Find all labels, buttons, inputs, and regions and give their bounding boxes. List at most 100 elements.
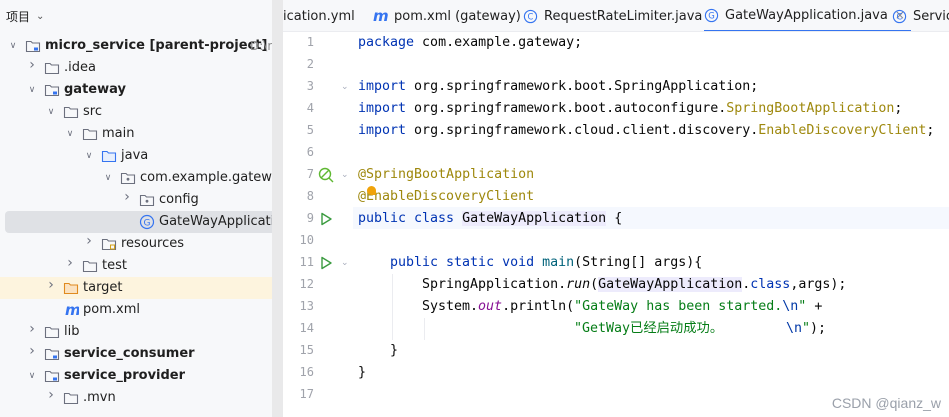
code-line: } [390, 343, 399, 358]
line-number: 17 [299, 387, 314, 401]
line-number: 16 [299, 365, 314, 379]
fold-icon[interactable]: ⌄ [341, 170, 349, 180]
tree-item-label: test [102, 258, 127, 273]
code-text: ,args); [790, 277, 847, 292]
intention-bulb-icon[interactable] [367, 186, 376, 195]
chevron-right-icon[interactable]: › [46, 388, 56, 402]
chevron-right-icon[interactable]: › [27, 322, 37, 336]
tab-application-yml[interactable]: ication.yml [283, 0, 355, 31]
tab-gatewayapplication[interactable]: G GateWayApplication.java × [704, 0, 911, 31]
tree-item[interactable]: › .mvn [0, 387, 283, 409]
fold-icon[interactable]: ⌄ [341, 258, 349, 268]
maven-icon: m [373, 6, 389, 25]
tab-service[interactable]: C Servic [892, 0, 949, 31]
tree-item[interactable]: ∨ service_provider [0, 365, 283, 387]
code-text: ); [810, 321, 827, 336]
tree-item-label: GateWayApplication [159, 214, 283, 229]
tab-label: Servic [913, 8, 949, 24]
tab-pom-xml[interactable]: m pom.xml (gateway) [373, 0, 521, 31]
chevron-down-icon[interactable]: ∨ [84, 150, 94, 162]
tree-item-label: config [159, 192, 199, 207]
editor-gutter: 1 2 3 4 5 6 7 8 9 10 11 12 13 14 15 16 1… [283, 32, 353, 417]
keyword: import [358, 101, 407, 116]
tree-item[interactable]: ∨ com.example.gateway [0, 167, 283, 189]
tree-item[interactable]: ∨ gateway [0, 79, 283, 101]
line-number: 4 [306, 101, 314, 115]
code-line: System.out.println("GateWay has been sta… [422, 296, 822, 318]
chevron-down-icon[interactable]: ∨ [103, 172, 113, 184]
chevron-down-icon[interactable]: ∨ [65, 128, 75, 140]
tree-item[interactable]: › lib [0, 321, 283, 343]
tree-item[interactable]: m pom.xml [0, 299, 283, 321]
chevron-right-icon[interactable]: › [46, 278, 56, 292]
code-line: "GetWay已经启动成功。 [574, 318, 723, 340]
tree-item[interactable]: G GateWayApplication [5, 211, 283, 233]
escape-sequence: \n [782, 299, 799, 314]
line-number: 1 [306, 35, 314, 49]
folder-icon [44, 324, 60, 340]
chevron-down-icon[interactable]: ∨ [46, 106, 56, 118]
code-line: import org.springframework.boot.SpringAp… [358, 76, 758, 98]
code-line: public class GateWayApplication { [358, 208, 622, 230]
svg-text:m: m [65, 302, 79, 318]
tree-item-label: java [121, 148, 149, 163]
module-folder-icon [44, 368, 60, 384]
tree-item[interactable]: › target [0, 277, 283, 299]
tree-item-label: micro_service [parent-project] [45, 38, 268, 53]
fold-icon[interactable]: ⌄ [341, 82, 349, 92]
spring-bean-icon[interactable] [318, 167, 334, 183]
tab-requestratelimiter[interactable]: C RequestRateLimiter.java [523, 0, 702, 31]
chevron-right-icon[interactable]: › [84, 234, 94, 248]
chevron-right-icon[interactable]: › [27, 344, 37, 358]
project-panel-header[interactable]: 项目 ⌄ [0, 0, 283, 32]
chevron-down-icon[interactable]: ⌄ [36, 11, 44, 22]
chevron-down-icon[interactable]: ∨ [27, 370, 37, 382]
static-field: out [478, 299, 503, 314]
run-icon[interactable] [318, 255, 334, 271]
tree-item-label: .mvn [83, 390, 116, 405]
tree-item[interactable]: ∨ src [0, 101, 283, 123]
tree-item-label: resources [121, 236, 185, 251]
tree-item[interactable]: ∨micro_service [parent-project]D:\micr [0, 35, 283, 57]
code-text: org.springframework.boot.SpringApplicati… [406, 79, 759, 94]
source-folder-icon [101, 148, 117, 164]
folder-icon [82, 126, 98, 142]
project-panel: 项目 ⌄ ∨micro_service [parent-project]D:\m… [0, 0, 283, 417]
tree-item[interactable]: › test [0, 255, 283, 277]
tree-item[interactable]: › service_consumer [0, 343, 283, 365]
tree-item[interactable]: › config [0, 189, 283, 211]
folder-icon [63, 390, 79, 406]
tree-item[interactable]: ∨ java [0, 145, 283, 167]
svg-text:C: C [528, 11, 534, 21]
keyword: public static void [390, 255, 535, 270]
tree-item[interactable]: ∨ main [0, 123, 283, 145]
escape-sequence: \n [786, 321, 803, 336]
keyword: package [358, 35, 415, 50]
code-editor[interactable]: package com.example.gateway; import org.… [358, 32, 949, 417]
line-number: 10 [299, 233, 314, 247]
run-icon[interactable] [318, 211, 334, 227]
code-text: ; [894, 101, 903, 116]
chevron-right-icon[interactable]: › [122, 190, 132, 204]
tree-item-label: gateway [64, 82, 126, 97]
spring-class-icon: G [704, 8, 719, 22]
chevron-right-icon[interactable]: › [27, 58, 37, 72]
chevron-down-icon[interactable]: ∨ [8, 40, 18, 52]
project-panel-scrollbar[interactable] [272, 0, 283, 417]
chevron-right-icon[interactable]: › [65, 256, 75, 270]
spring-class-icon: G [139, 214, 155, 230]
line-number: 3 [306, 79, 314, 93]
line-number: 14 [299, 321, 314, 335]
tree-item[interactable]: › .idea [0, 57, 283, 79]
keyword: import [358, 123, 407, 138]
package-icon [120, 170, 136, 186]
tree-item[interactable]: › resources [0, 233, 283, 255]
code-text: ( [590, 277, 599, 292]
code-text: .println( [502, 299, 575, 314]
code-text: org.springframework.cloud.client.discove… [406, 123, 759, 138]
line-number: 7 [306, 167, 314, 181]
chevron-down-icon[interactable]: ∨ [27, 84, 37, 96]
line-number: 6 [306, 145, 314, 159]
